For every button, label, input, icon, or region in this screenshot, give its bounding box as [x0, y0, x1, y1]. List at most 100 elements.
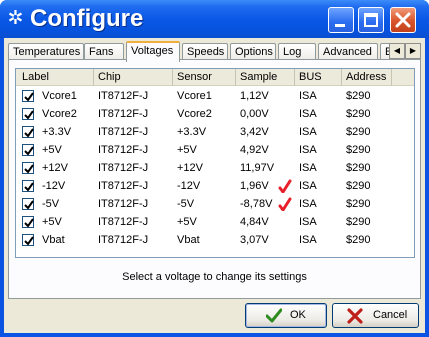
table-row[interactable]: -12V IT8712F-J -12V 1,96V ISA $290	[16, 177, 414, 195]
cell-label: +5V	[42, 216, 62, 228]
cell-sample: 3,42V	[240, 126, 269, 138]
row-checkbox[interactable]	[22, 162, 34, 174]
red-tick-mark-icon	[278, 179, 292, 193]
table-row[interactable]: +12V IT8712F-J +12V 11,97V ISA $290	[16, 159, 414, 177]
cell-bus: ISA	[299, 216, 317, 228]
cell-sensor: Vbat	[177, 234, 200, 246]
row-checkbox[interactable]	[22, 180, 34, 192]
cell-sensor: Vcore1	[177, 90, 212, 102]
cell-sample: -8,78V	[240, 198, 273, 210]
checkbox-check-icon	[24, 182, 34, 192]
cell-address: $290	[346, 90, 371, 102]
cross-icon	[347, 308, 363, 324]
cell-sample: 4,84V	[240, 216, 269, 228]
cell-bus: ISA	[299, 144, 317, 156]
cell-chip: IT8712F-J	[98, 126, 149, 138]
cell-sensor: Vcore2	[177, 108, 212, 120]
cell-bus: ISA	[299, 126, 317, 138]
cell-bus: ISA	[299, 90, 317, 102]
cancel-label: Cancel	[373, 309, 408, 321]
cell-label: -12V	[42, 180, 66, 192]
cell-sensor: +3.3V	[177, 126, 207, 138]
cell-address: $290	[346, 108, 371, 120]
fan-icon: ✲	[7, 7, 24, 29]
checkbox-check-icon	[24, 110, 34, 120]
voltage-list[interactable]: Label Chip Sensor Sample BUS Address Vco…	[15, 68, 415, 258]
column-header-sample[interactable]: Sample	[236, 69, 295, 86]
configure-window: ✲ Configure Temperatures Fans Voltages S…	[0, 0, 429, 337]
cell-label: Vcore2	[42, 108, 77, 120]
title-bar[interactable]: ✲ Configure	[0, 0, 429, 38]
column-header-bus[interactable]: BUS	[295, 69, 342, 86]
table-row[interactable]: Vbat IT8712F-J Vbat 3,07V ISA $290	[16, 231, 414, 249]
table-row[interactable]: Vcore1 IT8712F-J Vcore1 1,12V ISA $290	[16, 87, 414, 105]
cell-bus: ISA	[299, 162, 317, 174]
cell-bus: ISA	[299, 198, 317, 210]
cell-bus: ISA	[299, 234, 317, 246]
cell-sample: 1,12V	[240, 90, 269, 102]
tab-strip: Temperatures Fans Voltages Speeds Option…	[8, 41, 421, 62]
cell-sample: 3,07V	[240, 234, 269, 246]
column-header-sensor[interactable]: Sensor	[173, 69, 236, 86]
red-tick-mark-icon	[278, 197, 292, 211]
cancel-button[interactable]: Cancel	[332, 303, 419, 328]
table-row[interactable]: -5V IT8712F-J -5V -8,78V ISA $290	[16, 195, 414, 213]
cell-address: $290	[346, 126, 371, 138]
cell-address: $290	[346, 198, 371, 210]
cell-sample: 4,92V	[240, 144, 269, 156]
table-row[interactable]: +5V IT8712F-J +5V 4,84V ISA $290	[16, 213, 414, 231]
column-header-address[interactable]: Address	[342, 69, 392, 86]
cell-chip: IT8712F-J	[98, 180, 149, 192]
row-checkbox[interactable]	[22, 90, 34, 102]
cell-sample: 1,96V	[240, 180, 269, 192]
cell-chip: IT8712F-J	[98, 90, 149, 102]
row-checkbox[interactable]	[22, 126, 34, 138]
row-checkbox[interactable]	[22, 144, 34, 156]
row-checkbox[interactable]	[22, 108, 34, 120]
cell-label: -5V	[42, 198, 60, 210]
checkbox-check-icon	[24, 128, 34, 138]
cell-sensor: -5V	[177, 198, 195, 210]
column-header-label[interactable]: Label	[16, 69, 94, 86]
maximize-icon	[364, 13, 378, 27]
table-row[interactable]: Vcore2 IT8712F-J Vcore2 0,00V ISA $290	[16, 105, 414, 123]
table-row[interactable]: +3.3V IT8712F-J +3.3V 3,42V ISA $290	[16, 123, 414, 141]
tab-voltages[interactable]: Voltages	[126, 41, 180, 62]
tab-scroll-right-icon[interactable]: ▶	[405, 43, 421, 59]
ok-button[interactable]: OK	[245, 303, 327, 328]
row-checkbox[interactable]	[22, 234, 34, 246]
checkbox-check-icon	[24, 236, 34, 246]
row-checkbox[interactable]	[22, 198, 34, 210]
cell-label: +3.3V	[42, 126, 72, 138]
cell-address: $290	[346, 234, 371, 246]
row-checkbox[interactable]	[22, 216, 34, 228]
cell-address: $290	[346, 216, 371, 228]
close-icon	[395, 12, 411, 28]
tab-scroll-left-icon[interactable]: ◀	[389, 43, 405, 59]
checkbox-check-icon	[24, 92, 34, 102]
maximize-button[interactable]	[358, 7, 384, 33]
cell-label: +12V	[42, 162, 68, 174]
close-button[interactable]	[390, 7, 416, 33]
checkmark-icon	[266, 308, 282, 323]
cell-address: $290	[346, 144, 371, 156]
minimize-button[interactable]	[328, 7, 354, 33]
cell-label: Vcore1	[42, 90, 77, 102]
cell-chip: IT8712F-J	[98, 234, 149, 246]
list-header: Label Chip Sensor Sample BUS Address	[16, 69, 414, 86]
cell-label: Vbat	[42, 234, 65, 246]
window-title: Configure	[30, 5, 144, 32]
table-row[interactable]: +5V IT8712F-J +5V 4,92V ISA $290	[16, 141, 414, 159]
voltages-panel: Label Chip Sensor Sample BUS Address Vco…	[8, 59, 421, 299]
hint-text: Select a voltage to change its settings	[122, 271, 307, 283]
cell-address: $290	[346, 180, 371, 192]
cell-sensor: +5V	[177, 216, 197, 228]
cell-label: +5V	[42, 144, 62, 156]
cell-sensor: +5V	[177, 144, 197, 156]
ok-label: OK	[290, 309, 306, 321]
cell-sensor: +12V	[177, 162, 203, 174]
column-header-chip[interactable]: Chip	[94, 69, 173, 86]
cell-sample: 11,97V	[240, 162, 275, 174]
checkbox-check-icon	[24, 146, 34, 156]
cell-chip: IT8712F-J	[98, 198, 149, 210]
